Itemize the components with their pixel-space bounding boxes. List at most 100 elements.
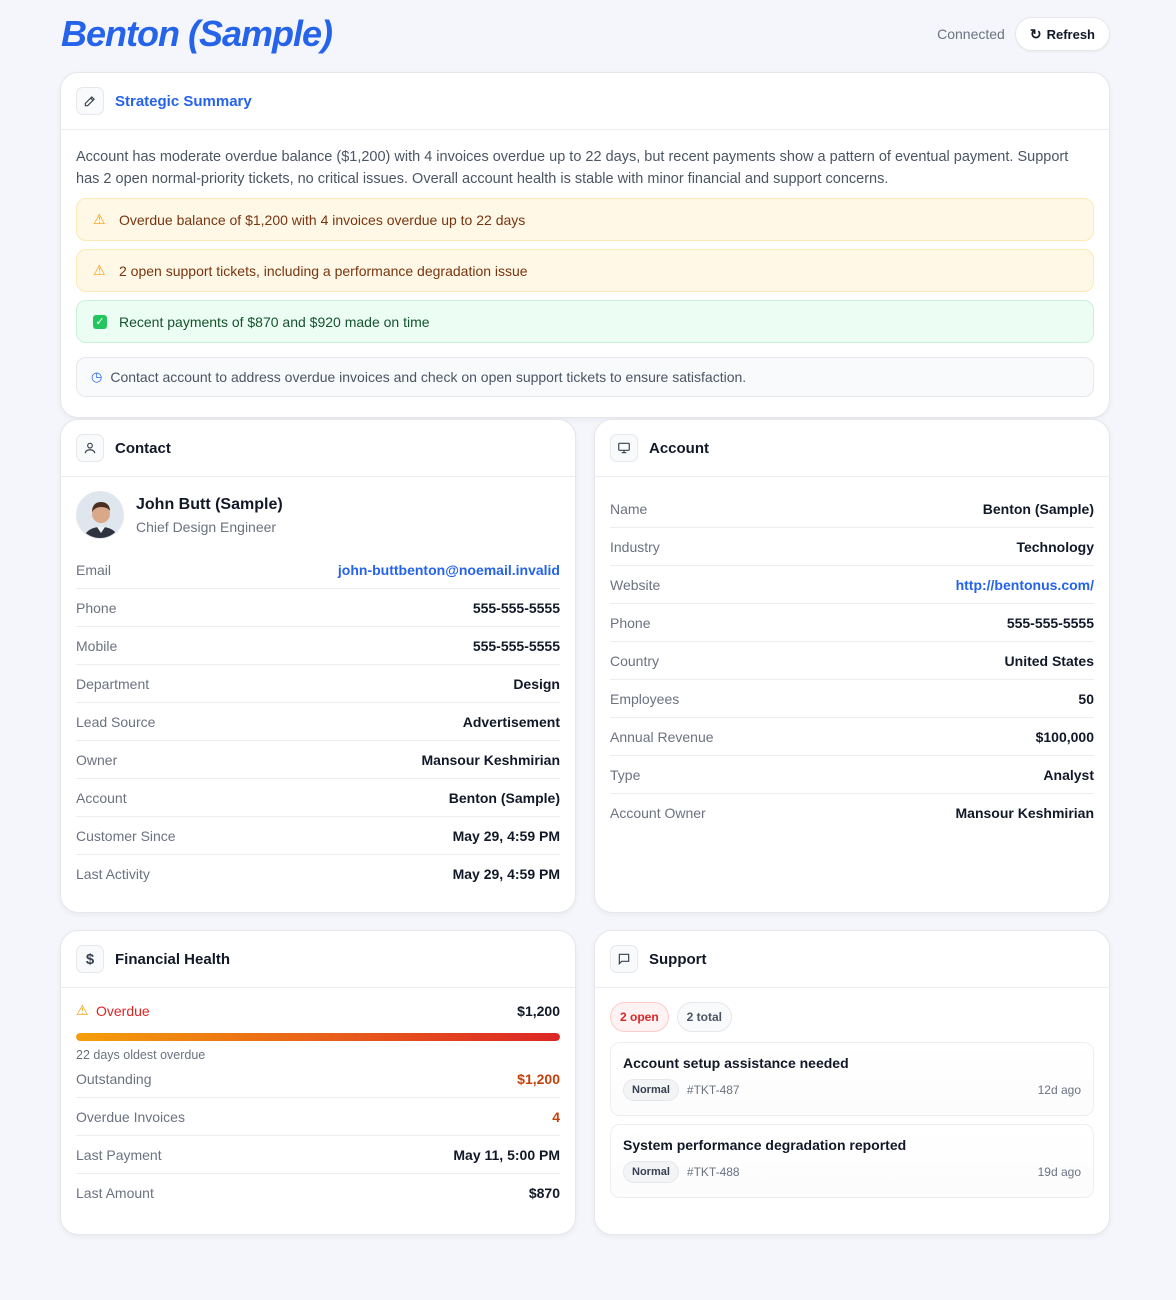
field-label: Owner [76, 751, 118, 768]
contact-row-last-activity: Last Activity May 29, 4:59 PM [76, 855, 560, 893]
ticket-title: Account setup assistance needed [623, 1055, 849, 1071]
field-label: Department [76, 675, 150, 692]
ticket-age: 19d ago [1037, 1165, 1081, 1179]
financial-row-overdue-invoices: Overdue Invoices 4 [76, 1098, 560, 1136]
alert-text: 2 open support tickets, including a perf… [119, 262, 528, 279]
account-row-website: Website http://bentonus.com/ [610, 566, 1094, 604]
field-value: $870 [528, 1185, 560, 1201]
support-card: Support 2 open 2 total Account setup ass… [594, 930, 1110, 1235]
financial-health-title: Financial Health [115, 950, 231, 968]
priority-badge: Normal [623, 1161, 679, 1183]
contact-row-email: Email john-buttbenton@noemail.invalid [76, 551, 560, 589]
field-label: Country [610, 652, 660, 669]
financial-row-last-amount: Last Amount $870 [76, 1174, 560, 1212]
field-label: Account [76, 789, 127, 806]
account-row-industry: Industry Technology [610, 528, 1094, 566]
contact-job-title: Chief Design Engineer [136, 518, 277, 535]
field-label: Mobile [76, 637, 118, 654]
open-tickets-badge: 2 open [610, 1002, 669, 1032]
support-header: Support [595, 931, 1109, 988]
ticket-item[interactable]: System performance degradation reported … [610, 1124, 1094, 1198]
contact-row-mobile: Mobile 555-555-5555 [76, 627, 560, 665]
account-row-phone: Phone 555-555-5555 [610, 604, 1094, 642]
ticket-item[interactable]: Account setup assistance needed Normal #… [610, 1042, 1094, 1116]
refresh-button[interactable]: ↻ Refresh [1014, 17, 1110, 51]
refresh-label: Refresh [1046, 26, 1095, 42]
field-label: Annual Revenue [610, 728, 714, 745]
contact-header: Contact [61, 420, 575, 477]
contact-title: Contact [115, 439, 171, 457]
field-value: Mansour Keshmirian [421, 751, 560, 768]
contact-fields: Email john-buttbenton@noemail.invalid Pho… [61, 551, 575, 893]
field-value: May 29, 4:59 PM [452, 827, 560, 844]
field-value: 555-555-5555 [472, 599, 560, 616]
account-fields: Name Benton (Sample) Industry Technology W… [595, 490, 1109, 832]
field-label: Last Payment [76, 1146, 162, 1163]
field-value: May 11, 5:00 PM [453, 1146, 560, 1163]
recommendation-text: Contact account to address overdue invoi… [110, 369, 747, 385]
field-label: Last Activity [76, 866, 150, 882]
account-row-type: Type Analyst [610, 756, 1094, 794]
field-label: Name [610, 500, 648, 517]
field-value: Analyst [1043, 766, 1094, 783]
total-tickets-badge: 2 total [676, 1002, 733, 1032]
field-value: May 29, 4:59 PM [452, 866, 560, 882]
chat-icon [610, 945, 638, 973]
ticket-title: System performance degradation reported [623, 1137, 907, 1153]
field-value: United States [1004, 652, 1094, 669]
alert-item: ⚠ Overdue balance of $1,200 with 4 invoi… [76, 198, 1094, 241]
recommendation: ◷ Contact account to address overdue inv… [76, 357, 1094, 397]
field-label: Account Owner [610, 805, 706, 821]
support-title: Support [649, 950, 707, 968]
field-label: Outstanding [76, 1070, 152, 1087]
support-badges: 2 open 2 total [595, 988, 1109, 1032]
field-value: Mansour Keshmirian [955, 805, 1094, 821]
field-label: Employees [610, 690, 680, 707]
email-link[interactable]: john-buttbenton@noemail.invalid [338, 562, 560, 578]
check-icon: ✓ [93, 314, 107, 329]
field-label: Phone [76, 599, 117, 616]
monitor-icon [610, 434, 638, 462]
field-label: Last Amount [76, 1185, 154, 1201]
field-value: Benton (Sample) [982, 500, 1094, 517]
financial-row-last-payment: Last Payment May 11, 5:00 PM [76, 1136, 560, 1174]
page-title: Benton (Sample) [61, 13, 333, 54]
overdue-progress-bar [76, 1033, 560, 1041]
warning-icon: ⚠ [76, 1002, 89, 1018]
refresh-icon: ↻ [1029, 25, 1042, 42]
header-actions: Connected ↻ Refresh [937, 17, 1110, 51]
overdue-label: ⚠ Overdue [76, 1002, 150, 1019]
alert-item: ✓ Recent payments of $870 and $920 made … [76, 300, 1094, 343]
field-value: 4 [552, 1108, 560, 1125]
field-value: 555-555-5555 [472, 637, 560, 654]
contact-name: John Butt (Sample) [136, 495, 283, 513]
financial-health-card: $ Financial Health ⚠ Overdue $1,200 22 d… [60, 930, 576, 1235]
field-value: Technology [1016, 538, 1094, 555]
field-label: Phone [610, 614, 651, 631]
website-link[interactable]: http://bentonus.com/ [956, 577, 1094, 593]
contact-row-phone: Phone 555-555-5555 [76, 589, 560, 627]
clock-icon: ◷ [91, 369, 103, 384]
alert-item: ⚠ 2 open support tickets, including a pe… [76, 249, 1094, 292]
field-value: $100,000 [1035, 728, 1094, 745]
warning-icon: ⚠ [93, 262, 106, 278]
strategic-summary-header: Strategic Summary [61, 73, 1109, 130]
financial-row-outstanding: Outstanding $1,200 [76, 1060, 560, 1098]
account-row-annual-revenue: Annual Revenue $100,000 [610, 718, 1094, 756]
field-label: Type [610, 766, 641, 783]
contact-row-lead-source: Lead Source Advertisement [76, 703, 560, 741]
account-header: Account [595, 420, 1109, 477]
overdue-summary: ⚠ Overdue $1,200 [61, 988, 575, 1019]
contact-row-owner: Owner Mansour Keshmirian [76, 741, 560, 779]
strategic-summary-card: Strategic Summary Account has moderate o… [60, 72, 1110, 418]
field-label: Email [76, 561, 112, 578]
pencil-icon [76, 87, 104, 115]
dollar-icon: $ [76, 945, 104, 973]
account-row-country: Country United States [610, 642, 1094, 680]
account-row-employees: Employees 50 [610, 680, 1094, 718]
account-row-owner: Account Owner Mansour Keshmirian [610, 794, 1094, 832]
account-card: Account Name Benton (Sample) Industry Tech… [594, 419, 1110, 913]
overdue-value: $1,200 [517, 1002, 560, 1019]
contact-row-customer-since: Customer Since May 29, 4:59 PM [76, 817, 560, 855]
contact-card: Contact John Butt (Sample) Chief Design … [60, 419, 576, 913]
